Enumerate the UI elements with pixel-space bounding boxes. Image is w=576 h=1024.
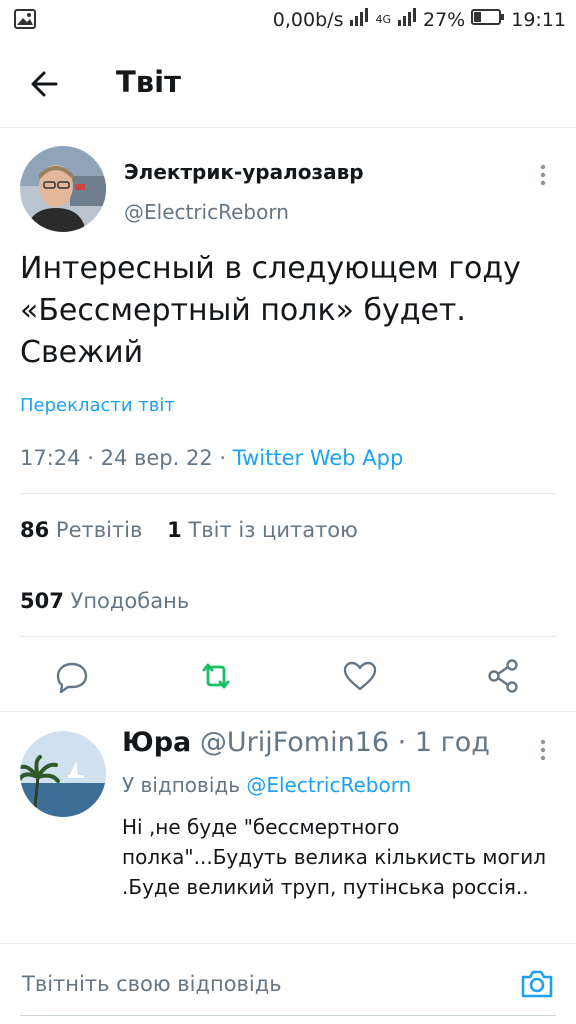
reply-button[interactable] bbox=[52, 656, 92, 696]
reply-compose-bar: Твітніть свою відповідь bbox=[0, 943, 576, 1024]
reply-header: Юра @UrijFomin16 · 1 год bbox=[122, 727, 490, 758]
reply-author-avatar[interactable] bbox=[20, 731, 106, 817]
reply-author-handle[interactable]: @UrijFomin16 bbox=[200, 727, 389, 758]
signal-icon-2 bbox=[397, 8, 417, 31]
reply-input[interactable]: Твітніть свою відповідь bbox=[22, 972, 282, 996]
network-type: 4G bbox=[375, 13, 391, 26]
tweet-text: Интересный в следующем году «Бессмертный… bbox=[20, 251, 521, 370]
likes-label[interactable]: Уподобань bbox=[71, 589, 190, 613]
author-name[interactable]: Электрик-уралозавр bbox=[124, 160, 364, 184]
translate-tweet-link[interactable]: Перекласти твіт bbox=[20, 395, 175, 416]
likes-count[interactable]: 507 bbox=[20, 589, 64, 613]
gallery-notification-icon bbox=[14, 9, 36, 33]
status-bar: 0,00b/s 4G 27% 19:11 bbox=[0, 0, 576, 40]
meta-separator: · bbox=[219, 446, 227, 470]
quotes-label[interactable]: Твіт із цитатою bbox=[188, 518, 357, 542]
replying-to-label: У відповідь bbox=[122, 773, 240, 797]
clock: 19:11 bbox=[511, 8, 566, 31]
app-header: Твіт bbox=[0, 40, 576, 128]
battery-percent: 27% bbox=[423, 8, 466, 31]
like-button[interactable] bbox=[340, 656, 380, 696]
battery-icon bbox=[471, 8, 505, 31]
camera-icon bbox=[521, 970, 553, 998]
divider bbox=[20, 493, 556, 494]
retweet-button[interactable] bbox=[196, 656, 236, 696]
tweet-meta: 17:24 · 24 вер. 22 · Twitter Web App bbox=[20, 446, 403, 470]
meta-separator: · bbox=[87, 446, 94, 470]
reply-time: · 1 год bbox=[397, 727, 490, 758]
retweet-icon bbox=[202, 663, 230, 689]
comment-icon bbox=[56, 662, 88, 694]
more-vertical-icon bbox=[540, 164, 546, 186]
replying-to: У відповідь @ElectricReborn bbox=[122, 773, 411, 797]
share-icon bbox=[488, 659, 518, 693]
tweet-source-app[interactable]: Twitter Web App bbox=[233, 446, 404, 470]
replying-to-handle[interactable]: @ElectricReborn bbox=[246, 773, 411, 797]
arrow-left-icon bbox=[31, 71, 58, 97]
retweets-count[interactable]: 86 bbox=[20, 518, 49, 542]
more-vertical-icon bbox=[540, 739, 546, 761]
reply-more-options-button[interactable] bbox=[530, 737, 556, 763]
quotes-count[interactable]: 1 bbox=[167, 518, 182, 542]
author-avatar[interactable] bbox=[20, 146, 106, 232]
like-stats: 507 Уподобань bbox=[20, 589, 189, 613]
reply-author-name[interactable]: Юра bbox=[122, 727, 191, 758]
main-tweet: Электрик-уралозавр @ElectricReborn Интер… bbox=[0, 128, 576, 712]
retweets-label[interactable]: Ретвітів bbox=[56, 518, 142, 542]
back-button[interactable] bbox=[26, 66, 66, 102]
tweet-date: 24 вер. 22 bbox=[100, 446, 213, 470]
signal-icon bbox=[349, 8, 369, 31]
network-speed: 0,00b/s bbox=[272, 8, 344, 31]
tweet-time: 17:24 bbox=[20, 446, 81, 470]
page-title: Твіт bbox=[116, 65, 181, 99]
input-underline bbox=[20, 1015, 556, 1016]
share-button[interactable] bbox=[484, 656, 524, 696]
divider bbox=[20, 636, 556, 637]
reply-tweet[interactable]: Юра @UrijFomin16 · 1 год У відповідь @El… bbox=[0, 713, 576, 943]
more-options-button[interactable] bbox=[530, 162, 556, 188]
camera-button[interactable] bbox=[519, 966, 555, 1002]
heart-icon bbox=[343, 661, 377, 691]
author-handle[interactable]: @ElectricReborn bbox=[124, 200, 289, 224]
retweet-stats: 86 Ретвітів 1 Твіт із цитатою bbox=[20, 518, 358, 542]
reply-text: Ні ,не буде "бессмертного полка"...Будут… bbox=[122, 815, 546, 899]
